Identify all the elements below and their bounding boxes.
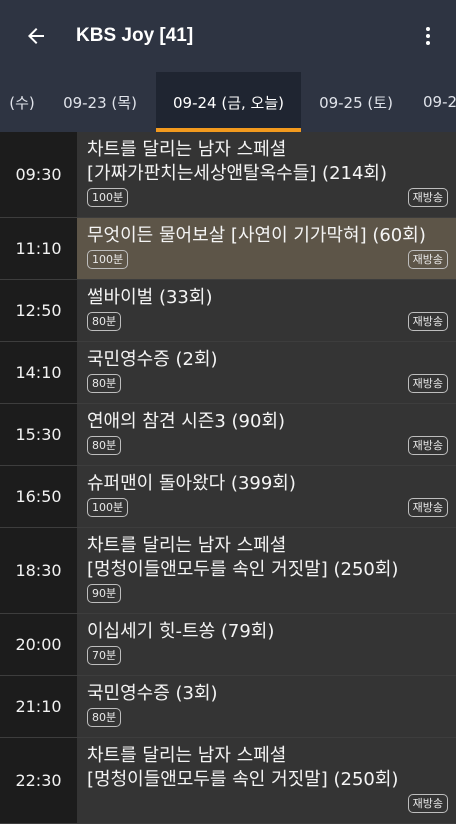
schedule-row[interactable]: 22:30 차트를 달리는 남자 스페셜 [멍청이들앤모두를 속인 거짓말] (… — [0, 738, 456, 824]
tab-label: 09-23 (목) — [63, 93, 137, 112]
tab-09-25[interactable]: 09-25 (토) — [301, 72, 411, 132]
duration-badge: 80분 — [87, 312, 122, 331]
schedule-row[interactable]: 18:30 차트를 달리는 남자 스페셜 [멍청이들앤모두를 속인 거짓말] (… — [0, 528, 456, 614]
rerun-badge: 재방송 — [407, 498, 448, 517]
program-title: 국민영수증 (3회) — [87, 683, 218, 704]
schedule-row[interactable]: 16:50 슈퍼맨이 돌아왔다 (399회) 100분 재방송 — [0, 466, 456, 528]
tab-wed[interactable]: (수) — [0, 72, 44, 132]
tab-label: (수) — [9, 93, 35, 112]
program-title-line2: [멍청이들앤모두를 속인 거짓말] (250회) — [87, 559, 399, 580]
rerun-badge: 재방송 — [407, 436, 448, 455]
air-time: 20:00 — [0, 614, 77, 675]
rerun-badge: 재방송 — [407, 250, 448, 269]
more-options-button[interactable] — [408, 16, 448, 56]
duration-badge: 80분 — [87, 374, 122, 393]
more-vert-icon — [426, 27, 430, 45]
duration-badge: 100분 — [87, 250, 129, 269]
program-title: 연애의 참견 시즌3 (90회) — [87, 411, 286, 432]
air-time: 09:30 — [0, 132, 77, 217]
arrow-left-icon — [28, 28, 44, 44]
schedule-row[interactable]: 20:00 이십세기 힛-트쏭 (79회) 70분 — [0, 614, 456, 676]
channel-title: KBS Joy [41] — [76, 25, 194, 46]
program-title: 차트를 달리는 남자 스페셜 — [87, 139, 287, 160]
rerun-badge: 재방송 — [407, 188, 448, 207]
schedule-row[interactable]: 12:50 썰바이벌 (33회) 80분 재방송 — [0, 280, 456, 342]
air-time: 14:10 — [0, 342, 77, 403]
schedule-row[interactable]: 09:30 차트를 달리는 남자 스페셜 [가짜가판치는세상앤탈옥수들] (21… — [0, 132, 456, 218]
rerun-badge: 재방송 — [407, 794, 448, 813]
duration-badge: 100분 — [87, 188, 129, 207]
tab-label: 09-25 (토) — [319, 93, 393, 112]
tab-09-24-today[interactable]: 09-24 (금, 오늘) — [156, 72, 301, 132]
schedule-row[interactable]: 21:10 국민영수증 (3회) 80분 — [0, 676, 456, 738]
air-time: 12:50 — [0, 280, 77, 341]
air-time: 21:10 — [0, 676, 77, 737]
schedule-list: 09:30 차트를 달리는 남자 스페셜 [가짜가판치는세상앤탈옥수들] (21… — [0, 132, 456, 824]
air-time: 15:30 — [0, 404, 77, 465]
tab-09-23[interactable]: 09-23 (목) — [44, 72, 156, 132]
air-time: 11:10 — [0, 218, 77, 279]
program-title: 무엇이든 물어보살 [사연이 기가막혀] (60회) — [87, 225, 426, 246]
date-tabs: (수) 09-23 (목) 09-24 (금, 오늘) 09-25 (토) 09… — [0, 72, 456, 132]
program-title: 썰바이벌 (33회) — [87, 287, 213, 308]
schedule-row[interactable]: 14:10 국민영수증 (2회) 80분 재방송 — [0, 342, 456, 404]
schedule-row[interactable]: 15:30 연애의 참견 시즌3 (90회) 80분 재방송 — [0, 404, 456, 466]
app-bar: KBS Joy [41] — [0, 0, 456, 72]
back-button[interactable] — [0, 0, 72, 72]
air-time: 22:30 — [0, 738, 77, 823]
program-title: 차트를 달리는 남자 스페셜 — [87, 535, 287, 556]
tab-09-26[interactable]: 09-2 — [411, 72, 456, 132]
tab-label: 09-24 (금, 오늘) — [173, 93, 284, 112]
program-title-line2: [멍청이들앤모두를 속인 거짓말] (250회) — [87, 769, 399, 790]
duration-badge: 80분 — [87, 708, 122, 727]
program-title: 국민영수증 (2회) — [87, 349, 218, 370]
duration-badge: 100분 — [87, 498, 129, 517]
program-title-line2: [가짜가판치는세상앤탈옥수들] (214회) — [87, 163, 388, 184]
duration-badge: 70분 — [87, 646, 122, 665]
program-title: 차트를 달리는 남자 스페셜 — [87, 745, 287, 766]
rerun-badge: 재방송 — [407, 312, 448, 331]
program-title: 이십세기 힛-트쏭 (79회) — [87, 621, 275, 642]
duration-badge: 80분 — [87, 436, 122, 455]
rerun-badge: 재방송 — [407, 374, 448, 393]
duration-badge: 90분 — [87, 584, 122, 603]
program-title: 슈퍼맨이 돌아왔다 (399회) — [87, 473, 296, 494]
air-time: 16:50 — [0, 466, 77, 527]
tab-label: 09-2 — [423, 93, 456, 111]
air-time: 18:30 — [0, 528, 77, 613]
schedule-row[interactable]: 11:10 무엇이든 물어보살 [사연이 기가막혀] (60회) 100분 재방… — [0, 218, 456, 280]
